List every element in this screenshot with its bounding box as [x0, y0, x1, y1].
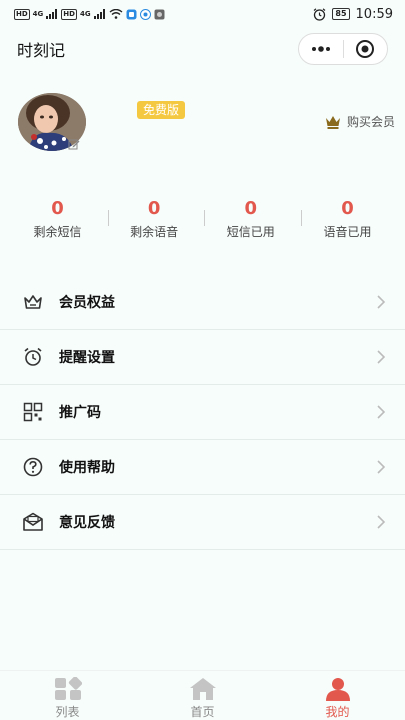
- app-notification-icon: [126, 9, 137, 19]
- signal-icon-2: [93, 9, 105, 19]
- tab-label: 列表: [55, 705, 80, 719]
- tab-home[interactable]: 首页: [163, 671, 243, 720]
- stat-remaining-voice: 0 剩余语音: [107, 198, 192, 240]
- hd-indicator: HD: [14, 8, 30, 20]
- stat-divider: [300, 210, 302, 226]
- buy-member-label: 购买会员: [346, 115, 395, 129]
- stat-used-voice: 0 语音已用: [300, 198, 385, 240]
- hd-indicator-2: HD: [61, 8, 77, 20]
- home-icon: [189, 678, 216, 700]
- menu-item-reminder-settings[interactable]: 提醒设置: [0, 330, 405, 385]
- grid-icon: [54, 677, 82, 700]
- crown-icon: [325, 115, 340, 129]
- settings-menu: 会员权益 提醒设置 推广码 使用帮助 意见反馈: [0, 275, 405, 550]
- stat-remaining-sms: 0 剩余短信: [20, 198, 95, 240]
- menu-item-promo-code[interactable]: 推广码: [0, 385, 405, 440]
- stat-value: 0: [244, 198, 258, 219]
- status-time: 10:59: [355, 6, 393, 22]
- more-button[interactable]: [299, 34, 343, 64]
- stat-used-sms: 0 短信已用: [204, 198, 288, 240]
- stat-value: 0: [341, 198, 354, 219]
- menu-item-label: 会员权益: [59, 295, 115, 311]
- target-close-icon: [356, 40, 375, 58]
- bottom-tab-bar: 列表 首页 我的: [0, 670, 405, 720]
- chevron-right-icon: [377, 515, 386, 529]
- chevron-right-icon: [377, 350, 386, 364]
- tab-label: 首页: [190, 705, 215, 719]
- tab-mine[interactable]: 我的: [298, 671, 378, 720]
- status-bar-left: HD 4G HD 4G: [14, 8, 165, 20]
- close-mini-program-button[interactable]: [344, 34, 388, 64]
- stat-divider: [107, 210, 109, 226]
- status-bar-right: 85 10:59: [313, 7, 393, 22]
- chevron-right-icon: [377, 460, 386, 474]
- network-type-2: 4G: [79, 10, 91, 18]
- menu-item-label: 使用帮助: [59, 460, 115, 476]
- crown-outline-icon: [22, 291, 44, 313]
- alarm-status-icon: [314, 7, 326, 21]
- app-notification-icon-2: [139, 8, 151, 20]
- user-icon: [325, 678, 350, 701]
- qr-code-icon: [22, 401, 44, 423]
- signal-icon: [46, 9, 58, 19]
- stat-label: 剩余语音: [130, 225, 179, 239]
- edit-icon[interactable]: [68, 138, 80, 150]
- network-type: 4G: [32, 10, 44, 18]
- stat-value: 0: [147, 198, 161, 219]
- menu-item-label: 推广码: [59, 405, 101, 421]
- mail-icon: [22, 511, 44, 533]
- menu-item-label: 意见反馈: [59, 515, 115, 531]
- stat-label: 语音已用: [323, 225, 372, 239]
- tab-label: 我的: [325, 705, 350, 719]
- usage-stats: 0 剩余短信 0 剩余语音 0 短信已用 0 语音已用: [20, 198, 385, 240]
- stat-label: 剩余短信: [33, 225, 82, 239]
- alarm-clock-icon: [22, 346, 44, 368]
- chevron-right-icon: [377, 405, 386, 419]
- page-title: 时刻记: [17, 41, 66, 60]
- tab-list[interactable]: 列表: [28, 671, 108, 720]
- mini-program-capsule: [298, 33, 388, 65]
- app-notification-icon-3: [154, 9, 165, 19]
- menu-item-label: 提醒设置: [59, 350, 115, 366]
- buy-member-button[interactable]: 购买会员: [325, 113, 395, 130]
- wifi-icon: [109, 9, 123, 19]
- stat-divider: [204, 210, 206, 226]
- status-bar: HD 4G HD 4G 85 10:59: [0, 0, 405, 28]
- battery-indicator: 85: [332, 8, 350, 20]
- title-bar: 时刻记: [0, 28, 405, 70]
- stat-value: 0: [51, 198, 64, 219]
- help-circle-icon: [22, 456, 44, 478]
- more-dots-icon: [311, 46, 330, 52]
- menu-item-help[interactable]: 使用帮助: [0, 440, 405, 495]
- stat-label: 短信已用: [226, 225, 275, 239]
- menu-item-member-benefits[interactable]: 会员权益: [0, 275, 405, 330]
- menu-item-feedback[interactable]: 意见反馈: [0, 495, 405, 550]
- membership-status-badge: 免费版: [137, 101, 186, 119]
- chevron-right-icon: [377, 295, 386, 309]
